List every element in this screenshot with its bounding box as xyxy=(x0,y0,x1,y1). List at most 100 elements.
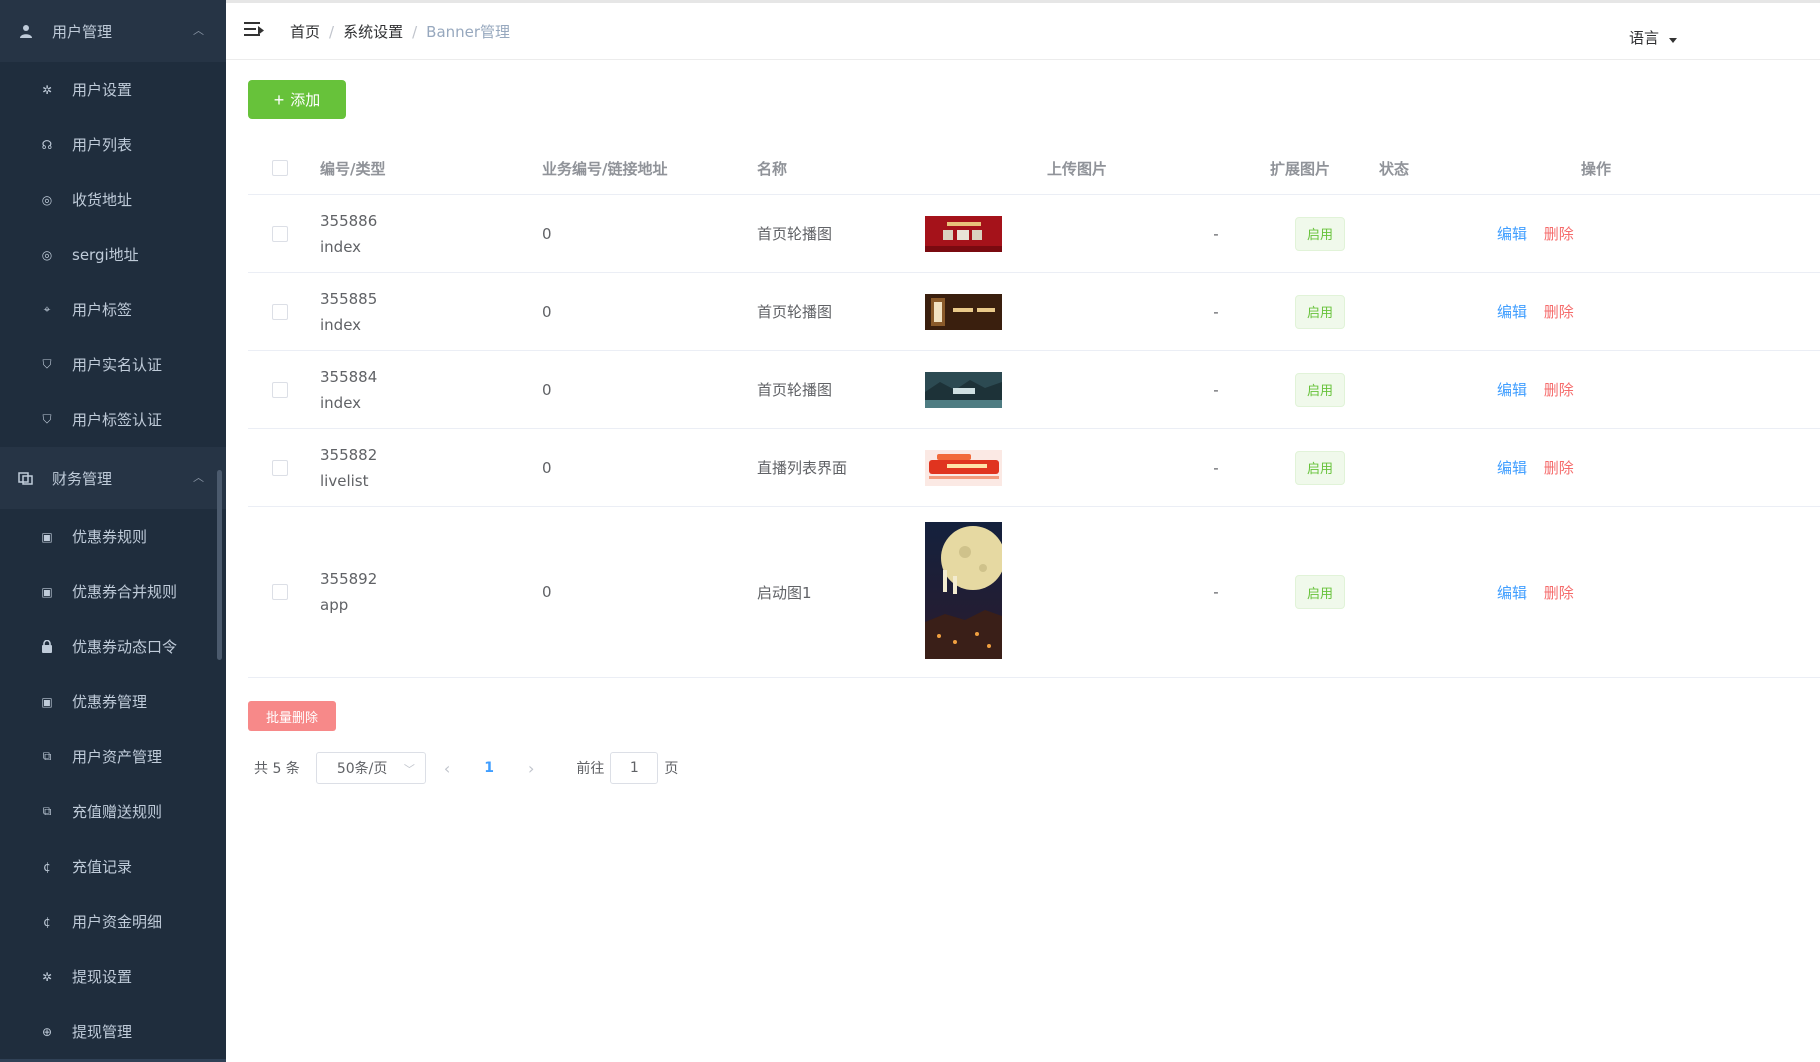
delete-link[interactable]: 删除 xyxy=(1544,459,1574,477)
sidebar-item-recharge-records[interactable]: ¢ 充值记录 xyxy=(0,839,226,894)
hamburger-menu-icon[interactable] xyxy=(244,19,266,41)
row-type: livelist xyxy=(320,471,369,490)
page-number-current[interactable]: 1 xyxy=(484,760,494,776)
sidebar-item-label: 用户标签 xyxy=(72,301,133,319)
delete-link[interactable]: 删除 xyxy=(1544,225,1574,243)
coin-icon: ¢ xyxy=(43,859,51,874)
row-checkbox[interactable] xyxy=(272,303,288,320)
edit-link[interactable]: 编辑 xyxy=(1497,303,1527,321)
table-row: 355882 livelist 0 直播列表界面 - 启用 编辑 删除 xyxy=(248,429,1820,507)
row-checkbox[interactable] xyxy=(272,381,288,398)
sidebar-item-label: 优惠券管理 xyxy=(72,693,148,711)
edit-link[interactable]: 编辑 xyxy=(1497,459,1527,477)
delete-link[interactable]: 删除 xyxy=(1544,381,1574,399)
add-button[interactable]: + 添加 xyxy=(248,80,346,119)
row-id: 355884 xyxy=(320,367,378,386)
gear-icon: ✲ xyxy=(41,82,53,97)
sidebar-item-fund-details[interactable]: ¢ 用户资金明细 xyxy=(0,894,226,949)
menu-group-user-management[interactable]: 用户管理 ︿ xyxy=(0,0,226,62)
thumb-teal-banner[interactable] xyxy=(925,371,1002,408)
row-biz: 0 xyxy=(542,380,552,399)
row-checkbox[interactable] xyxy=(272,459,288,476)
row-checkbox[interactable] xyxy=(272,584,288,600)
menu-group-finance-management[interactable]: 财务管理 ︿ xyxy=(0,447,226,509)
breadcrumb-system-settings[interactable]: 系统设置 xyxy=(343,21,403,42)
caret-down-icon xyxy=(1669,38,1677,43)
sidebar-item-user-settings[interactable]: ✲ 用户设置 xyxy=(0,62,226,117)
row-ext: - xyxy=(1213,458,1219,477)
sidebar-item-tag-auth[interactable]: ⛉ 用户标签认证 xyxy=(0,392,226,447)
row-id: 355892 xyxy=(320,570,378,588)
breadcrumb-home[interactable]: 首页 xyxy=(290,21,320,42)
sidebar-item-coupon-rules[interactable]: ▣ 优惠券规则 xyxy=(0,509,226,564)
page-size-value: 50条/页 xyxy=(336,761,388,777)
language-label: 语言 xyxy=(1628,29,1659,47)
column-header-extended-image: 扩展图片 xyxy=(1269,159,1330,178)
row-biz: 0 xyxy=(542,224,552,243)
tag-icon: ⌖ xyxy=(43,302,51,316)
lock-icon xyxy=(40,640,54,654)
column-header-biz-link: 业务编号/链接地址 xyxy=(542,159,668,178)
page-size-select[interactable]: 50条/页 ﹀ xyxy=(315,752,426,784)
sidebar-item-user-assets[interactable]: ⧉ 用户资产管理 xyxy=(0,729,226,784)
thumb-brown-banner[interactable] xyxy=(925,293,1002,330)
thumb-moon-splash[interactable] xyxy=(925,521,1005,659)
pagination-total: 共 5 条 xyxy=(254,761,300,777)
language-dropdown[interactable]: 语言 xyxy=(1629,27,1677,48)
sidebar-item-label: 提现设置 xyxy=(72,968,133,986)
column-header-status: 状态 xyxy=(1379,159,1410,178)
thumb-live-banner[interactable] xyxy=(925,449,1002,486)
withdraw-icon: ⊕ xyxy=(41,1024,53,1039)
row-checkbox[interactable] xyxy=(272,225,288,242)
coins-icon: ⧉ xyxy=(42,804,52,818)
delete-link[interactable]: 删除 xyxy=(1544,303,1574,321)
page-suffix: 页 xyxy=(664,761,679,777)
shield-icon: ⛉ xyxy=(42,357,52,371)
pagination: 共 5 条 50条/页 ﹀ ‹ 1 › 前往 1 页 xyxy=(254,752,678,784)
sidebar-item-user-tags[interactable]: ⌖ 用户标签 xyxy=(0,282,226,337)
sidebar: 用户管理 ︿ ✲ 用户设置 ☊ 用户列表 ◎ 收货地址 ◎ sergi地址 ⌖ … xyxy=(0,0,226,1062)
row-id: 355886 xyxy=(320,211,378,230)
headset-icon: ☊ xyxy=(41,137,53,152)
column-header-name: 名称 xyxy=(757,159,788,178)
sidebar-item-recharge-gift-rules[interactable]: ⧉ 充值赠送规则 xyxy=(0,784,226,839)
table-row: 355892 app 0 启动图1 - 启用 编辑 删除 xyxy=(248,507,1820,678)
row-type: app xyxy=(320,596,349,614)
table-row: 355886 index 0 首页轮播图 - 启用 编辑 删除 xyxy=(248,195,1820,273)
sidebar-item-sergi-address[interactable]: ◎ sergi地址 xyxy=(0,227,226,282)
sidebar-item-withdraw-settings[interactable]: ✲ 提现设置 xyxy=(0,949,226,1004)
sidebar-item-shipping-address[interactable]: ◎ 收货地址 xyxy=(0,172,226,227)
column-header-id-type: 编号/类型 xyxy=(320,159,386,178)
bulk-delete-button[interactable]: 批量删除 xyxy=(248,701,336,731)
edit-link[interactable]: 编辑 xyxy=(1497,225,1527,243)
thumb-red-banner[interactable] xyxy=(925,215,1002,252)
breadcrumb: 首页 / 系统设置 / Banner管理 xyxy=(290,21,511,42)
sidebar-item-withdraw-management[interactable]: ⊕ 提现管理 xyxy=(0,1004,226,1059)
prev-page-button[interactable]: ‹ xyxy=(444,759,450,778)
sidebar-item-coupon-merge-rules[interactable]: ▣ 优惠券合并规则 xyxy=(0,564,226,619)
sidebar-item-coupon-dynamic-code[interactable]: 优惠券动态口令 xyxy=(0,619,226,674)
location-icon: ◎ xyxy=(41,192,53,207)
select-all-checkbox[interactable] xyxy=(272,160,288,176)
table-row: 355885 index 0 首页轮播图 - 启用 编辑 删除 xyxy=(248,273,1820,351)
sidebar-item-real-name-auth[interactable]: ⛉ 用户实名认证 xyxy=(0,337,226,392)
add-button-label: 添加 xyxy=(290,92,321,109)
delete-link[interactable]: 删除 xyxy=(1544,584,1574,602)
location-icon: ◎ xyxy=(41,247,53,262)
page-jump-input[interactable]: 1 xyxy=(610,752,659,784)
top-navbar: 首页 / 系统设置 / Banner管理 语言 xyxy=(226,0,1820,60)
menu-group-label: 用户管理 xyxy=(52,22,113,41)
sidebar-item-coupon-management[interactable]: ▣ 优惠券管理 xyxy=(0,674,226,729)
sidebar-item-label: 用户实名认证 xyxy=(72,356,163,374)
sidebar-scrollbar[interactable] xyxy=(217,470,222,660)
next-page-button[interactable]: › xyxy=(528,759,534,778)
status-badge: 启用 xyxy=(1295,294,1345,329)
edit-link[interactable]: 编辑 xyxy=(1497,584,1527,602)
row-id: 355882 xyxy=(320,445,378,464)
chevron-up-icon: ︿ xyxy=(193,471,204,484)
row-ext: - xyxy=(1213,302,1219,321)
banner-table: 编号/类型 业务编号/链接地址 名称 上传图片 扩展图片 状态 操作 35588… xyxy=(248,142,1820,678)
status-badge: 启用 xyxy=(1295,450,1345,485)
edit-link[interactable]: 编辑 xyxy=(1497,381,1527,399)
sidebar-item-user-list[interactable]: ☊ 用户列表 xyxy=(0,117,226,172)
